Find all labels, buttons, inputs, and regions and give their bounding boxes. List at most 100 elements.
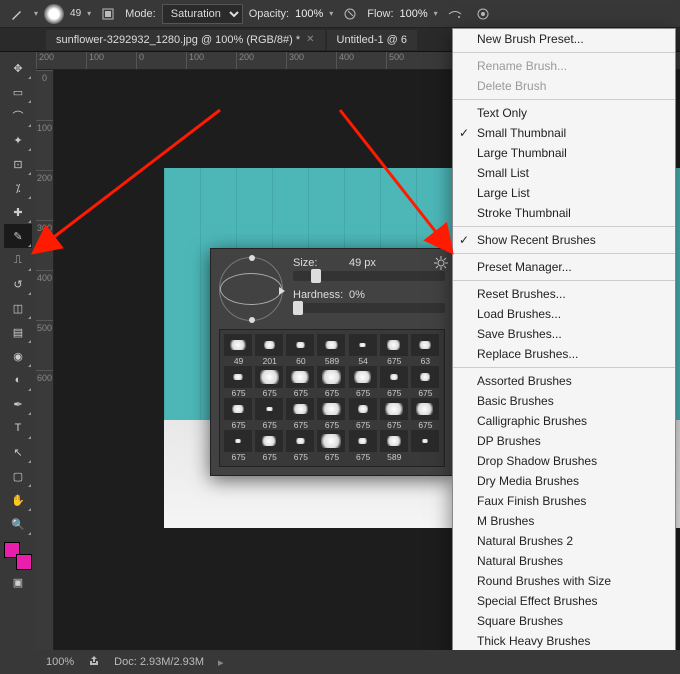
- close-icon[interactable]: ✕: [306, 34, 314, 45]
- menu-item[interactable]: Replace Brushes...: [453, 344, 675, 364]
- brush-preset[interactable]: 201: [255, 334, 284, 366]
- brush-preset[interactable]: 54: [349, 334, 378, 366]
- brush-preset[interactable]: 589: [380, 430, 409, 462]
- mode-select[interactable]: Saturation: [162, 4, 243, 24]
- zoom-value[interactable]: 100%: [46, 656, 74, 668]
- brush-preset[interactable]: 675: [380, 334, 409, 366]
- tool-type[interactable]: T: [4, 416, 32, 440]
- brush-preset[interactable]: 63: [411, 334, 440, 366]
- hardness-value[interactable]: 0%: [349, 289, 393, 301]
- chevron-down-icon[interactable]: ▾: [434, 9, 438, 18]
- tool-blur[interactable]: ◉: [4, 344, 32, 368]
- menu-item[interactable]: Basic Brushes: [453, 391, 675, 411]
- tool-brush[interactable]: ✎: [4, 224, 32, 248]
- brush-preset[interactable]: 675: [255, 366, 284, 398]
- brush-preset[interactable]: 675: [317, 430, 346, 462]
- brush-preset[interactable]: 675: [411, 398, 440, 430]
- export-icon[interactable]: [88, 655, 100, 670]
- brush-preset[interactable]: 675: [380, 366, 409, 398]
- chevron-down-icon[interactable]: ▾: [34, 9, 38, 18]
- brush-preset[interactable]: 675: [286, 398, 315, 430]
- tool-crop[interactable]: ⊡: [4, 152, 32, 176]
- document-tab[interactable]: sunflower-3292932_1280.jpg @ 100% (RGB/8…: [46, 30, 325, 50]
- quick-mask-icon[interactable]: ▣: [4, 570, 32, 594]
- brush-preset[interactable]: 675: [286, 366, 315, 398]
- menu-item[interactable]: Large List: [453, 183, 675, 203]
- menu-item[interactable]: Square Brushes: [453, 611, 675, 631]
- menu-item[interactable]: New Brush Preset...: [453, 29, 675, 49]
- brush-preset[interactable]: 675: [286, 430, 315, 462]
- menu-item[interactable]: Thick Heavy Brushes: [453, 631, 675, 651]
- menu-item[interactable]: Natural Brushes: [453, 551, 675, 571]
- menu-item[interactable]: Natural Brushes 2: [453, 531, 675, 551]
- menu-item[interactable]: Stroke Thumbnail: [453, 203, 675, 223]
- brush-preset[interactable]: 675: [317, 366, 346, 398]
- color-swatches[interactable]: [4, 542, 32, 570]
- brush-preset[interactable]: 675: [380, 398, 409, 430]
- menu-item[interactable]: Faux Finish Brushes: [453, 491, 675, 511]
- tool-rectangle[interactable]: ▢: [4, 464, 32, 488]
- tool-zoom[interactable]: 🔍: [4, 512, 32, 536]
- brush-preview-swatch[interactable]: [44, 4, 64, 24]
- menu-item[interactable]: Special Effect Brushes: [453, 591, 675, 611]
- tool-wand[interactable]: ✦: [4, 128, 32, 152]
- chevron-down-icon[interactable]: ▾: [87, 9, 91, 18]
- pressure-size-icon[interactable]: [472, 3, 494, 25]
- size-value[interactable]: 49 px: [349, 257, 393, 269]
- brush-preset[interactable]: 589: [317, 334, 346, 366]
- pressure-opacity-icon[interactable]: [339, 3, 361, 25]
- tool-marquee[interactable]: ▭: [4, 80, 32, 104]
- menu-item[interactable]: Load Brushes...: [453, 304, 675, 324]
- tool-path-select[interactable]: ↖: [4, 440, 32, 464]
- brush-settings-icon[interactable]: [97, 3, 119, 25]
- opacity-value[interactable]: 100%: [295, 8, 323, 20]
- menu-item[interactable]: Drop Shadow Brushes: [453, 451, 675, 471]
- chevron-right-icon[interactable]: ▸: [218, 656, 224, 669]
- brush-preset[interactable]: 675: [349, 398, 378, 430]
- gear-icon[interactable]: [433, 255, 449, 271]
- brush-preset[interactable]: 675: [255, 430, 284, 462]
- brush-preset[interactable]: 675: [411, 366, 440, 398]
- tool-gradient[interactable]: ▤: [4, 320, 32, 344]
- menu-item[interactable]: Show Recent Brushes: [453, 230, 675, 250]
- size-slider[interactable]: [293, 271, 445, 281]
- brush-preset[interactable]: 675: [224, 398, 253, 430]
- tool-lasso[interactable]: ⌒: [4, 104, 32, 128]
- chevron-down-icon[interactable]: ▾: [329, 9, 333, 18]
- brush-preset[interactable]: 675: [224, 366, 253, 398]
- brush-preset[interactable]: 675: [349, 366, 378, 398]
- menu-item[interactable]: Reset Brushes...: [453, 284, 675, 304]
- menu-item[interactable]: Large Thumbnail: [453, 143, 675, 163]
- tool-move[interactable]: ✥: [4, 56, 32, 80]
- brush-preset[interactable]: 49: [224, 334, 253, 366]
- tool-stamp[interactable]: ⎍: [4, 248, 32, 272]
- tool-history-brush[interactable]: ↺: [4, 272, 32, 296]
- menu-item[interactable]: Assorted Brushes: [453, 371, 675, 391]
- menu-item[interactable]: DP Brushes: [453, 431, 675, 451]
- brush-preset[interactable]: [411, 430, 440, 462]
- brush-preset[interactable]: 60: [286, 334, 315, 366]
- brush-preset[interactable]: 675: [349, 430, 378, 462]
- menu-item[interactable]: Save Brushes...: [453, 324, 675, 344]
- brush-preset[interactable]: 675: [317, 398, 346, 430]
- brush-preset[interactable]: 675: [255, 398, 284, 430]
- tool-pen[interactable]: ✒: [4, 392, 32, 416]
- tool-dodge[interactable]: ◐: [4, 368, 32, 392]
- menu-item[interactable]: Round Brushes with Size: [453, 571, 675, 591]
- menu-item[interactable]: Small List: [453, 163, 675, 183]
- menu-item[interactable]: Preset Manager...: [453, 257, 675, 277]
- menu-item[interactable]: Small Thumbnail: [453, 123, 675, 143]
- menu-item[interactable]: Dry Media Brushes: [453, 471, 675, 491]
- flow-value[interactable]: 100%: [400, 8, 428, 20]
- airbrush-icon[interactable]: [444, 3, 466, 25]
- hardness-slider[interactable]: [293, 303, 445, 313]
- brush-preset[interactable]: 675: [224, 430, 253, 462]
- brush-angle-control[interactable]: [219, 257, 283, 321]
- document-tab[interactable]: Untitled-1 @ 6: [327, 30, 417, 50]
- menu-item[interactable]: M Brushes: [453, 511, 675, 531]
- tool-heal[interactable]: ✚: [4, 200, 32, 224]
- tool-eyedropper-group[interactable]: ⁒: [4, 176, 32, 200]
- tool-eraser[interactable]: ◫: [4, 296, 32, 320]
- tool-hand[interactable]: ✋: [4, 488, 32, 512]
- menu-item[interactable]: Text Only: [453, 103, 675, 123]
